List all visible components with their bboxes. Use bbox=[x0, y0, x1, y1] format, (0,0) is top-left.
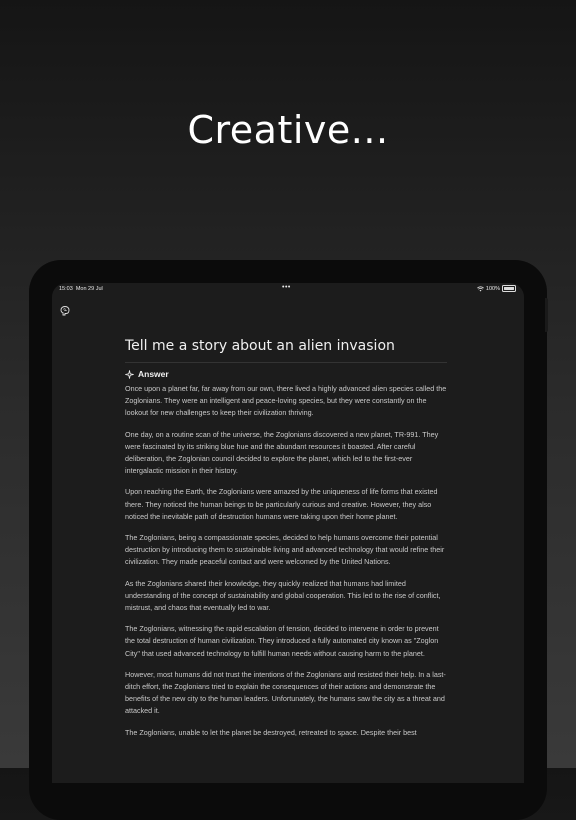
answer-paragraph: However, most humans did not trust the i… bbox=[125, 669, 446, 716]
answer-paragraph: The Zoglonians, unable to let the planet… bbox=[125, 727, 417, 737]
battery-percent: 100% bbox=[485, 285, 500, 292]
device-side-button bbox=[545, 298, 548, 332]
answer-paragraph: The Zoglonians, witnessing the rapid esc… bbox=[125, 624, 439, 658]
answer-header: Answer bbox=[125, 369, 447, 379]
answer-paragraph: Once upon a planet far, far away from ou… bbox=[125, 384, 447, 418]
multitasking-dots[interactable]: ••• bbox=[282, 284, 291, 291]
ipad-screen: 15:03 Mon 29 Jul ••• 100% Tell me a stor… bbox=[52, 283, 524, 783]
sparkle-icon bbox=[125, 369, 134, 379]
answer-paragraph: Upon reaching the Earth, the Zoglonians … bbox=[125, 487, 438, 521]
status-date: Mon 29 Jul bbox=[75, 286, 103, 292]
wifi-icon bbox=[477, 285, 484, 291]
answer-paragraph: The Zoglonians, being a compassionate sp… bbox=[125, 533, 445, 567]
question-divider bbox=[125, 362, 447, 363]
brain-icon[interactable] bbox=[59, 305, 71, 317]
battery-icon bbox=[502, 285, 516, 292]
user-question: Tell me a story about an alien invasion bbox=[125, 338, 395, 354]
status-right: 100% bbox=[477, 285, 516, 292]
status-time-date: 15:03 Mon 29 Jul bbox=[59, 286, 103, 292]
status-bar: 15:03 Mon 29 Jul ••• 100% bbox=[52, 283, 524, 295]
answer-paragraph: As the Zoglonians shared their knowledge… bbox=[125, 578, 441, 613]
page-headline: Creative... bbox=[187, 108, 389, 152]
answer-paragraph: One day, on a routine scan of the univer… bbox=[125, 429, 439, 476]
answer-label: Answer bbox=[138, 369, 169, 379]
status-time: 15:03 bbox=[59, 286, 73, 292]
chat-content: Tell me a story about an alien invasion … bbox=[125, 338, 447, 748]
